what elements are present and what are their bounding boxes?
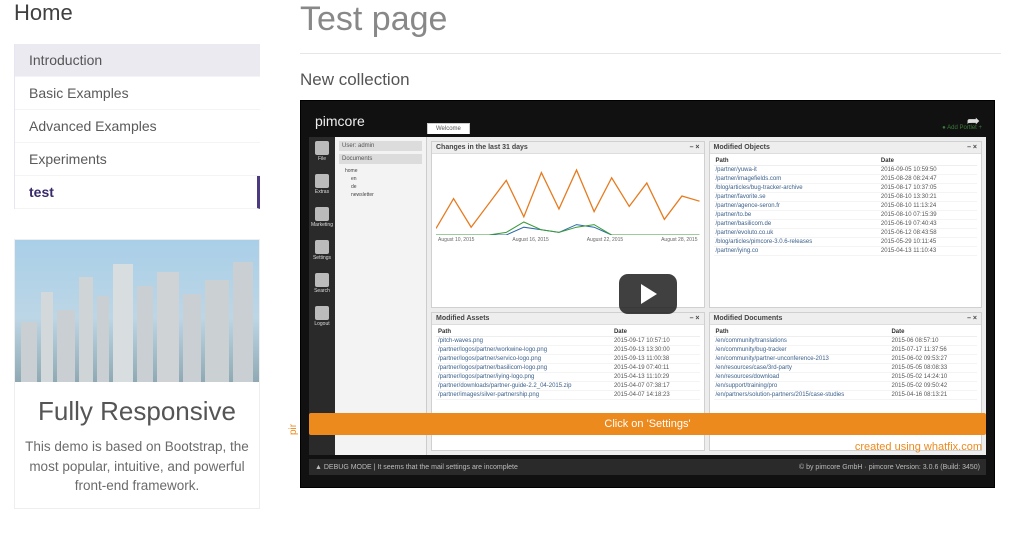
table-row[interactable]: /en/resources/download2015-05-02 14:24:1…	[714, 372, 978, 381]
video-title: pimcore	[315, 113, 365, 129]
tree-child[interactable]: newsletter	[339, 191, 422, 199]
table-row[interactable]: /partner/iying.co2015-04-13 11:10:43	[714, 247, 978, 256]
section-label: New collection	[300, 70, 1001, 90]
table-row[interactable]: /partner/logos/partner/servico-logo.png2…	[436, 354, 700, 363]
tree-user: User: admin	[339, 141, 422, 151]
table-row[interactable]: /partner/images/silver-partnership.png20…	[436, 390, 700, 399]
logout-icon[interactable]	[315, 306, 329, 320]
table-row[interactable]: /en/support/training/pro2015-05-02 09:50…	[714, 381, 978, 390]
table-row[interactable]: /en/community/translations2015-06 08:57:…	[714, 336, 978, 345]
promo-title: Fully Responsive	[25, 396, 249, 427]
home-heading[interactable]: Home	[14, 0, 260, 26]
table-row[interactable]: /pitch-waves.png2015-09-17 10:57:10	[436, 336, 700, 345]
table-row[interactable]: /en/community/partner-unconference-20132…	[714, 354, 978, 363]
table-row[interactable]: /partner/evoluto.co.uk2015-06-12 08:43:5…	[714, 229, 978, 238]
settings-icon[interactable]	[315, 240, 329, 254]
table-row[interactable]: /en/community/bug-tracker2015-07-17 11:3…	[714, 345, 978, 354]
table-row[interactable]: /partner/to.be2015-08-10 07:15:39	[714, 211, 978, 220]
promo-text: This demo is based on Bootstrap, the mos…	[25, 437, 249, 496]
debug-bar: ▲ DEBUG MODE | It seems that the mail se…	[309, 459, 986, 475]
whatfix-credit: created using whatfix.com	[855, 441, 982, 453]
add-portlet-link[interactable]: ● Add Portlet +	[942, 125, 982, 131]
table-row[interactable]: /partner/logos/partner/iying-logo.png201…	[436, 372, 700, 381]
panel-mod-objects-title: Modified Objects	[714, 144, 770, 151]
table-row[interactable]: /en/partners/solution-partners/2015/case…	[714, 390, 978, 399]
extras-icon[interactable]	[315, 174, 329, 188]
table-row[interactable]: /blog/articles/bug-tracker-archive2015-0…	[714, 184, 978, 193]
promo-image	[15, 240, 259, 382]
nav-item-basic-examples[interactable]: Basic Examples	[15, 77, 260, 110]
welcome-tab[interactable]: Welcome	[427, 123, 470, 134]
table-row[interactable]: /blog/articles/pimcore-3.0.6-releases201…	[714, 238, 978, 247]
table-row[interactable]: /partner/logos/partner/basilicom-logo.pn…	[436, 363, 700, 372]
page-title: Test page	[300, 0, 1001, 54]
marketing-icon[interactable]	[315, 207, 329, 221]
tree-child[interactable]: de	[339, 183, 422, 191]
nav-item-introduction[interactable]: Introduction	[15, 44, 260, 77]
nav-item-advanced-examples[interactable]: Advanced Examples	[15, 110, 260, 143]
table-row[interactable]: /partner/imagefields.com2015-08-28 08:24…	[714, 175, 978, 184]
tutorial-callout: Click on 'Settings'	[309, 413, 986, 435]
tree-section: Documents	[339, 154, 422, 164]
nav-item-test[interactable]: test	[15, 176, 260, 209]
nav-list: Introduction Basic Examples Advanced Exa…	[14, 44, 260, 209]
pimcore-vertical-label: pir	[288, 424, 299, 435]
video-header: pimcore ➦	[301, 101, 994, 139]
search-icon[interactable]	[315, 273, 329, 287]
panel-mod-docs-title: Modified Documents	[714, 315, 783, 322]
panel-mod-assets-title: Modified Assets	[436, 315, 489, 322]
tree-child[interactable]: en	[339, 175, 422, 183]
play-button[interactable]	[619, 274, 677, 314]
table-row[interactable]: /partner/favorite.se2015-08-10 13:30:21	[714, 193, 978, 202]
panel-changes-title: Changes in the last 31 days	[436, 144, 528, 151]
main-content: Test page New collection pimcore ➦ File …	[270, 0, 1013, 519]
table-row[interactable]: /partner/logos/partner/workwine-logo.png…	[436, 345, 700, 354]
table-row[interactable]: /partner/agence-seron.fr2015-08-10 11:13…	[714, 202, 978, 211]
app-left-rail: File Extras Marketing Settings Search Lo…	[309, 137, 335, 455]
promo-card: Fully Responsive This demo is based on B…	[14, 239, 260, 509]
table-row[interactable]: /partner/basilicom.de2015-06-19 07:40:43	[714, 220, 978, 229]
app-dashboard: Welcome ● Add Portlet + Changes in the l…	[427, 137, 986, 455]
app-tree: User: admin Documents home en de newslet…	[335, 137, 427, 455]
tree-root[interactable]: home	[339, 167, 422, 175]
nav-item-experiments[interactable]: Experiments	[15, 143, 260, 176]
table-row[interactable]: /partner/yuwa-it2016-09-05 10:59:50	[714, 166, 978, 175]
sidebar: Home Introduction Basic Examples Advance…	[0, 0, 270, 519]
changes-chart: August 10, 2015 August 16, 2015 August 2…	[432, 154, 704, 254]
table-row[interactable]: /partner/downloads/partner-guide-2.2_04-…	[436, 381, 700, 390]
video-embed[interactable]: pimcore ➦ File Extras Marketing Settings…	[300, 100, 995, 488]
panel-mod-objects: Modified Objects– × PathDate/partner/yuw…	[709, 141, 983, 308]
file-icon[interactable]	[315, 141, 329, 155]
table-row[interactable]: /en/resources/case/3rd-party2015-05-05 0…	[714, 363, 978, 372]
